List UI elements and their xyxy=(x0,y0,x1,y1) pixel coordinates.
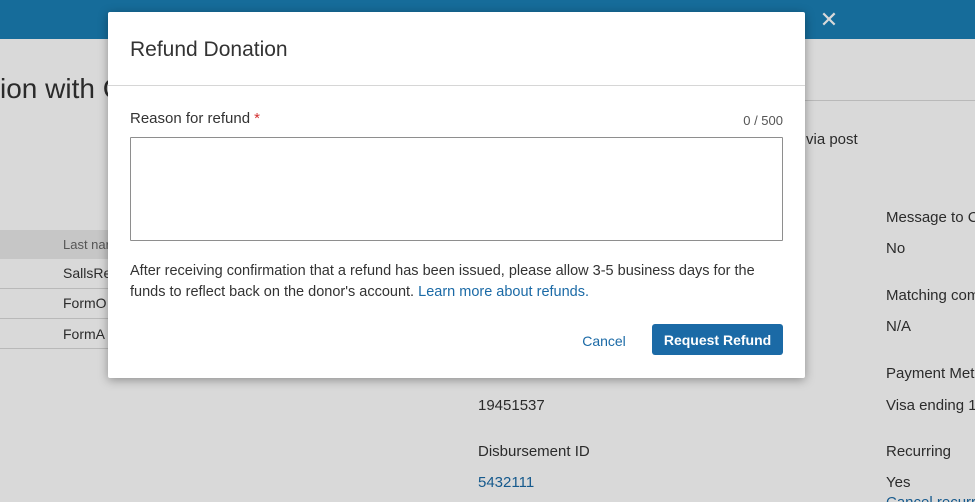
reason-textarea[interactable] xyxy=(130,137,783,241)
request-refund-button[interactable]: Request Refund xyxy=(652,324,783,355)
reason-label: Reason for refund * xyxy=(130,110,260,127)
character-count: 0 / 500 xyxy=(743,113,783,128)
required-indicator: * xyxy=(254,110,260,127)
dialog-header: Refund Donation xyxy=(108,12,805,86)
cancel-button[interactable]: Cancel xyxy=(574,327,634,355)
dialog-title: Refund Donation xyxy=(130,38,288,61)
refund-info-text: After receiving confirmation that a refu… xyxy=(130,261,790,303)
refund-donation-dialog: Refund Donation Reason for refund * 0 / 5… xyxy=(108,12,805,378)
reason-label-text: Reason for refund xyxy=(130,110,251,127)
learn-more-refunds-link[interactable]: Learn more about refunds. xyxy=(418,284,589,300)
